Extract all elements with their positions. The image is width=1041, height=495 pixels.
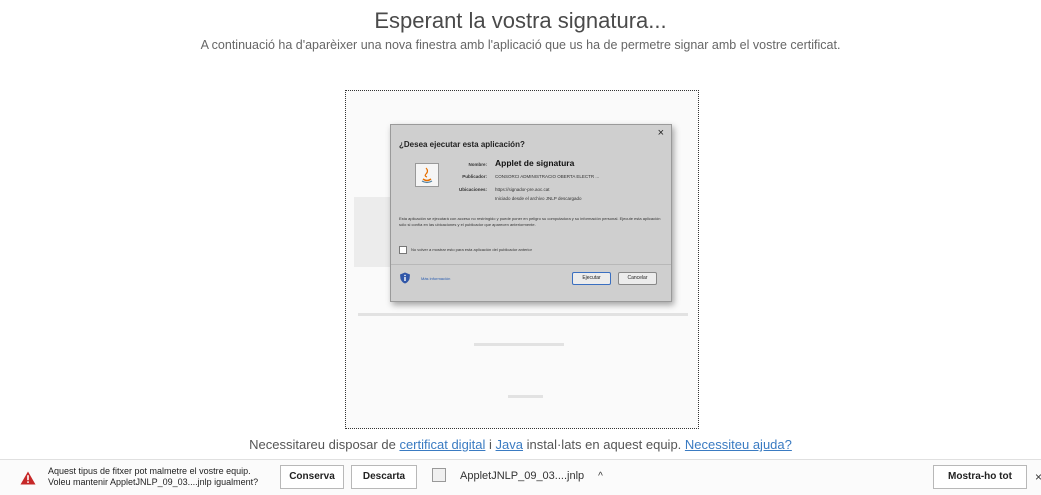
name-label: Nombre: <box>468 162 487 167</box>
run-button[interactable]: Ejecutar <box>572 272 611 285</box>
java-link[interactable]: Java <box>496 437 523 452</box>
location-label: Ubicaciones: <box>458 187 487 192</box>
location-row: Ubicaciones: https://signador-pre.aoc.cat <box>457 187 550 192</box>
location-note: Iniciado desde el archivo JNLP descargad… <box>495 196 582 201</box>
download-bar: Aquest tipus de fitxer pot malmetre el v… <box>0 459 1041 495</box>
background-line <box>358 313 688 316</box>
discard-button[interactable]: Descarta <box>351 465 417 489</box>
checkbox-label: No volver a mostrar esto para esta aplic… <box>411 247 532 253</box>
warning-icon <box>20 471 36 485</box>
background-line <box>508 395 543 398</box>
publisher-label: Publicador: <box>462 174 487 179</box>
app-name-row: Nombre: Applet de signatura <box>457 158 574 168</box>
show-all-button[interactable]: Mostra-ho tot <box>933 465 1027 489</box>
dialog-separator <box>391 264 671 265</box>
security-warning-text: Esta aplicación se ejecutará con acceso … <box>399 216 661 227</box>
dialog-close-icon[interactable]: × <box>658 127 664 139</box>
location-note-row: Iniciado desde el archivo JNLP descargad… <box>457 196 581 201</box>
cancel-button[interactable]: Cancelar <box>618 272 657 285</box>
publisher-row: Publicador: CONSORCI ADMINISTRACIO OBERTA… <box>457 174 599 179</box>
chevron-up-icon[interactable]: ^ <box>598 471 603 482</box>
publisher-value: CONSORCI ADMINISTRACIO OBERTA ELECTR ... <box>495 174 600 179</box>
requirements-line: Necessitareu disposar de certificat digi… <box>249 437 792 452</box>
location-value: https://signador-pre.aoc.cat <box>495 187 550 192</box>
dont-show-again-checkbox[interactable]: No volver a mostrar esto para esta aplic… <box>399 246 532 254</box>
info-shield-icon <box>400 272 410 284</box>
help-link[interactable]: Necessiteu ajuda? <box>685 437 792 452</box>
page-subheading: A continuació ha d'aparèixer una nova fi… <box>200 38 841 52</box>
java-run-dialog: × ¿Desea ejecutar esta aplicación? Nombr… <box>390 124 672 302</box>
file-icon <box>432 468 446 483</box>
signature-frame: × ¿Desea ejecutar esta aplicación? Nombr… <box>345 90 699 429</box>
downloaded-file-item[interactable]: AppletJNLP_09_03....jnlp ^ <box>432 465 603 487</box>
page-heading: Esperant la vostra signatura... <box>374 8 667 33</box>
name-value: Applet de signatura <box>495 158 575 168</box>
background-line <box>474 343 564 346</box>
file-name: AppletJNLP_09_03....jnlp <box>460 470 585 482</box>
java-icon <box>415 163 439 187</box>
more-info-link[interactable]: Más información <box>421 276 450 281</box>
download-warning-message: Aquest tipus de fitxer pot malmetre el v… <box>48 466 259 487</box>
close-download-bar-icon[interactable]: × <box>1035 470 1041 484</box>
dialog-title: ¿Desea ejecutar esta aplicación? <box>399 140 525 149</box>
keep-button[interactable]: Conserva <box>280 465 344 489</box>
checkbox-box[interactable] <box>399 246 407 254</box>
digital-certificate-link[interactable]: certificat digital <box>399 437 485 452</box>
